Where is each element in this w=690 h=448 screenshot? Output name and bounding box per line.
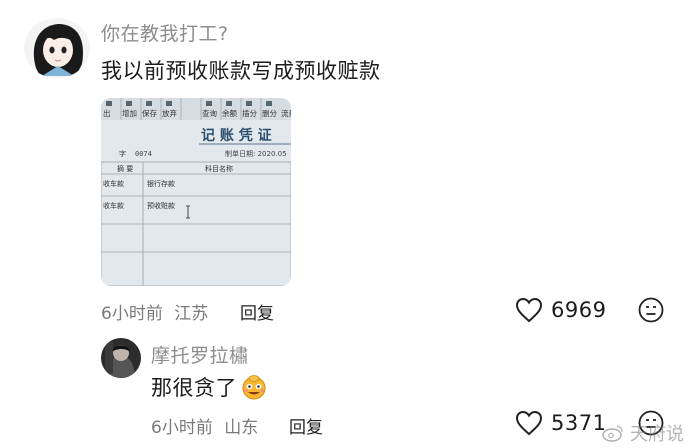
comment-meta: 6小时前 山东	[151, 413, 258, 438]
comment-time: 6小时前	[101, 304, 163, 324]
toolbar-label: 查询	[202, 108, 217, 118]
comment-attachment-image[interactable]: 出 增加 保存 放弃 查询 余额 插分 删分 流量 记 账 凭 证 字 0074…	[101, 98, 291, 286]
comment-time: 6小时前	[151, 418, 213, 438]
like-count: 5371	[551, 411, 607, 435]
watermark-text: 天府说	[630, 424, 684, 445]
row-account: 银行存款	[147, 179, 175, 188]
toolbar-label: 出	[103, 108, 111, 118]
reply-button[interactable]: 回复	[289, 413, 323, 438]
weibo-icon	[602, 425, 623, 442]
row-summary: 收车款	[103, 179, 124, 188]
comment-meta: 6小时前 江苏	[101, 299, 208, 324]
comment-location: 江苏	[174, 304, 209, 324]
reply-button[interactable]: 回复	[240, 299, 274, 324]
ledger-screenshot: 出 增加 保存 放弃 查询 余额 插分 删分 流量 记 账 凭 证 字 0074…	[101, 98, 291, 286]
react-button[interactable]	[638, 297, 664, 327]
comment-text-row: 那很贪了	[151, 372, 267, 402]
comment-username[interactable]: 你在教我打工?	[101, 19, 229, 46]
heart-outline-icon	[515, 410, 543, 436]
column-summary: 摘 要	[117, 164, 133, 173]
watermark: 天府说	[602, 420, 684, 446]
heart-outline-icon	[515, 297, 543, 323]
like-button[interactable]: 5371	[515, 410, 606, 436]
toolbar-label: 放弃	[162, 108, 177, 118]
row-summary: 收车款	[103, 201, 124, 210]
comment-username[interactable]: 摩托罗拉橚	[151, 341, 249, 368]
toolbar-label: 余额	[222, 108, 237, 118]
voucher-no: 0074	[135, 150, 152, 158]
avatar-dark-figure-icon	[101, 338, 141, 378]
avatar-anime-girl-icon	[24, 18, 90, 78]
comment-text: 我以前预收账款写成预收赃款	[101, 59, 381, 83]
toolbar-label: 删分	[262, 108, 277, 118]
like-button[interactable]: 6969	[515, 297, 606, 323]
column-account: 科目名称	[205, 164, 233, 173]
comment-location: 山东	[224, 418, 259, 438]
toolbar-label: 保存	[142, 108, 157, 118]
voucher-date: 制单日期: 2020.05	[225, 149, 287, 158]
voucher-label: 字	[119, 149, 126, 158]
toolbar-label: 插分	[242, 108, 257, 118]
avatar[interactable]	[24, 18, 90, 78]
like-count: 6969	[551, 298, 607, 322]
meh-face-icon	[638, 297, 664, 323]
avatar[interactable]	[101, 338, 141, 378]
comment-text: 那很贪了	[151, 376, 237, 400]
money-face-emoji	[242, 375, 266, 400]
toolbar-label: 流量	[281, 108, 291, 118]
voucher-title: 记 账 凭 证	[201, 127, 272, 144]
toolbar-label: 增加	[122, 108, 137, 118]
row-account: 预收赃款	[147, 201, 175, 210]
